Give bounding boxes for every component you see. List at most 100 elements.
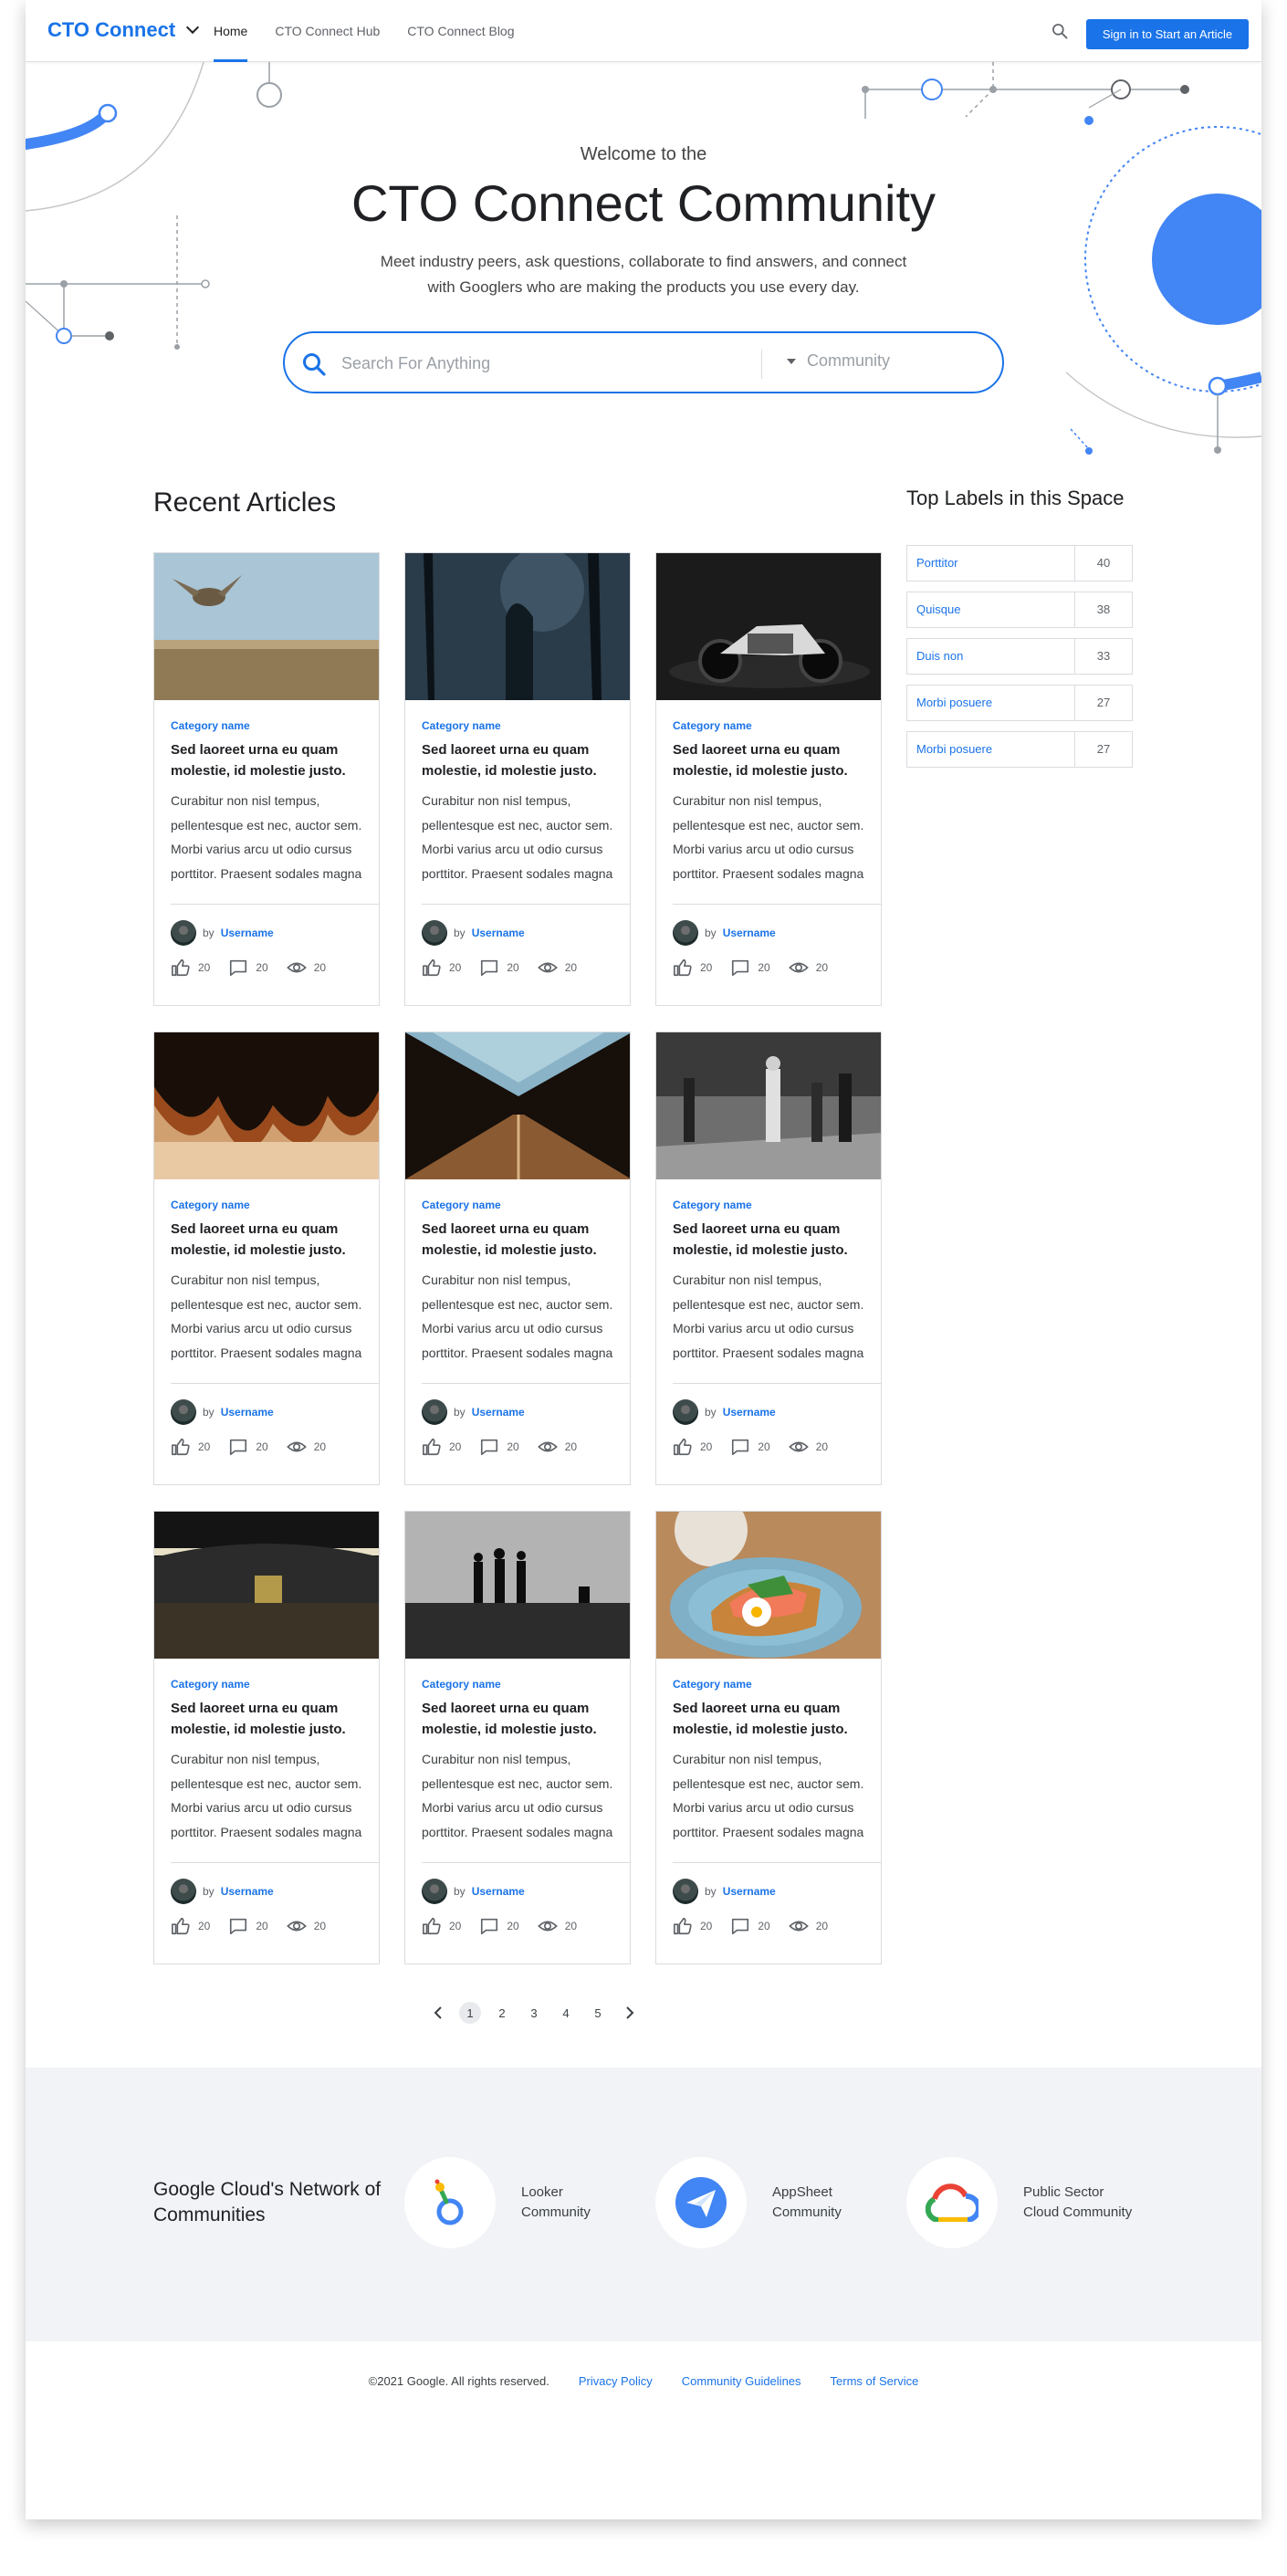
chevron-right-icon[interactable]: [619, 2002, 641, 2024]
comment-icon[interactable]: [730, 958, 750, 978]
author-username[interactable]: Username: [723, 1885, 776, 1898]
article-image[interactable]: [405, 1032, 631, 1179]
like-count[interactable]: 20: [673, 958, 712, 978]
comment-count[interactable]: 20: [730, 1437, 770, 1457]
article-image[interactable]: [405, 553, 631, 700]
author-username[interactable]: Username: [472, 1885, 525, 1898]
article-image[interactable]: [656, 553, 882, 700]
like-count[interactable]: 20: [422, 958, 461, 978]
comment-count[interactable]: 20: [228, 1916, 268, 1936]
article-card[interactable]: Category name Sed laoreet urna eu quam mo…: [153, 552, 380, 1006]
chevron-left-icon[interactable]: [427, 2002, 449, 2024]
article-card[interactable]: Category name Sed laoreet urna eu quam mo…: [404, 1031, 631, 1485]
label-name[interactable]: Morbi posuere: [907, 732, 1075, 767]
comment-icon[interactable]: [228, 1916, 248, 1936]
page-5[interactable]: 5: [587, 2002, 609, 2024]
article-category[interactable]: Category name: [422, 1199, 501, 1211]
like-count[interactable]: 20: [171, 1437, 210, 1457]
avatar[interactable]: [673, 1879, 698, 1904]
thumbs-up-icon[interactable]: [673, 1916, 693, 1936]
article-title[interactable]: Sed laoreet urna eu quam molestie, id mo…: [171, 1698, 373, 1740]
article-category[interactable]: Category name: [171, 719, 250, 732]
nav-blog[interactable]: CTO Connect Blog: [407, 0, 514, 62]
article-category[interactable]: Category name: [673, 1678, 752, 1691]
community-public-sector[interactable]: Public Sector Cloud Community: [906, 2157, 1160, 2248]
comment-count[interactable]: 20: [479, 1916, 519, 1936]
avatar[interactable]: [171, 920, 196, 946]
community-guidelines-link[interactable]: Community Guidelines: [682, 2374, 801, 2388]
thumbs-up-icon[interactable]: [422, 1916, 442, 1936]
author-username[interactable]: Username: [221, 1406, 274, 1419]
page-4[interactable]: 4: [555, 2002, 577, 2024]
like-count[interactable]: 20: [422, 1437, 461, 1457]
avatar[interactable]: [171, 1879, 196, 1904]
author-username[interactable]: Username: [472, 1406, 525, 1419]
comment-count[interactable]: 20: [479, 958, 519, 978]
comment-icon[interactable]: [479, 1437, 499, 1457]
article-image[interactable]: [405, 1512, 631, 1659]
article-title[interactable]: Sed laoreet urna eu quam molestie, id mo…: [171, 739, 373, 781]
article-card[interactable]: Category name Sed laoreet urna eu quam mo…: [153, 1031, 380, 1485]
article-title[interactable]: Sed laoreet urna eu quam molestie, id mo…: [422, 1219, 624, 1261]
site-logo[interactable]: CTO Connect: [47, 18, 200, 42]
search-icon[interactable]: [301, 351, 327, 377]
comment-count[interactable]: 20: [228, 958, 268, 978]
article-title[interactable]: Sed laoreet urna eu quam molestie, id mo…: [422, 739, 624, 781]
page-3[interactable]: 3: [523, 2002, 545, 2024]
thumbs-up-icon[interactable]: [673, 1437, 693, 1457]
avatar[interactable]: [171, 1399, 196, 1425]
article-title[interactable]: Sed laoreet urna eu quam molestie, id mo…: [422, 1698, 624, 1740]
page-2[interactable]: 2: [491, 2002, 513, 2024]
avatar[interactable]: [673, 1399, 698, 1425]
article-card[interactable]: Category name Sed laoreet urna eu quam mo…: [404, 1511, 631, 1964]
thumbs-up-icon[interactable]: [673, 958, 693, 978]
article-title[interactable]: Sed laoreet urna eu quam molestie, id mo…: [673, 1219, 875, 1261]
label-name[interactable]: Quisque: [907, 592, 1075, 627]
article-title[interactable]: Sed laoreet urna eu quam molestie, id mo…: [171, 1219, 373, 1261]
comment-icon[interactable]: [228, 1437, 248, 1457]
label-item[interactable]: Morbi posuere 27: [906, 685, 1133, 721]
article-card[interactable]: Category name Sed laoreet urna eu quam mo…: [655, 1031, 882, 1485]
avatar[interactable]: [422, 1879, 447, 1904]
thumbs-up-icon[interactable]: [422, 1437, 442, 1457]
avatar[interactable]: [422, 920, 447, 946]
label-item[interactable]: Duis non 33: [906, 638, 1133, 675]
nav-home[interactable]: Home: [214, 0, 248, 62]
comment-icon[interactable]: [730, 1916, 750, 1936]
article-title[interactable]: Sed laoreet urna eu quam molestie, id mo…: [673, 1698, 875, 1740]
like-count[interactable]: 20: [171, 958, 210, 978]
article-card[interactable]: Category name Sed laoreet urna eu quam mo…: [655, 1511, 882, 1964]
article-category[interactable]: Category name: [673, 1199, 752, 1211]
article-card[interactable]: Category name Sed laoreet urna eu quam mo…: [153, 1511, 380, 1964]
comment-count[interactable]: 20: [730, 958, 770, 978]
label-name[interactable]: Duis non: [907, 639, 1075, 674]
community-appsheet[interactable]: AppSheet Community: [655, 2157, 909, 2248]
comment-count[interactable]: 20: [730, 1916, 770, 1936]
search-scope-dropdown[interactable]: Community: [787, 351, 890, 371]
page-1[interactable]: 1: [459, 2002, 481, 2024]
article-image[interactable]: [656, 1032, 882, 1179]
thumbs-up-icon[interactable]: [171, 958, 191, 978]
article-title[interactable]: Sed laoreet urna eu quam molestie, id mo…: [673, 739, 875, 781]
article-card[interactable]: Category name Sed laoreet urna eu quam mo…: [655, 552, 882, 1006]
comment-count[interactable]: 20: [228, 1437, 268, 1457]
search-icon[interactable]: [1051, 22, 1069, 40]
thumbs-up-icon[interactable]: [422, 958, 442, 978]
search-input[interactable]: [341, 350, 761, 377]
label-item[interactable]: Morbi posuere 27: [906, 731, 1133, 768]
article-category[interactable]: Category name: [171, 1678, 250, 1691]
article-image[interactable]: [656, 1512, 882, 1659]
like-count[interactable]: 20: [171, 1916, 210, 1936]
article-card[interactable]: Category name Sed laoreet urna eu quam mo…: [404, 552, 631, 1006]
sign-in-button[interactable]: Sign in to Start an Article: [1086, 19, 1249, 49]
like-count[interactable]: 20: [673, 1437, 712, 1457]
nav-hub[interactable]: CTO Connect Hub: [275, 0, 380, 62]
article-image[interactable]: [154, 553, 380, 700]
label-item[interactable]: Porttitor 40: [906, 545, 1133, 581]
privacy-policy-link[interactable]: Privacy Policy: [579, 2374, 653, 2388]
thumbs-up-icon[interactable]: [171, 1437, 191, 1457]
community-looker[interactable]: Looker Community: [404, 2157, 658, 2248]
article-image[interactable]: [154, 1512, 380, 1659]
article-category[interactable]: Category name: [422, 1678, 501, 1691]
comment-icon[interactable]: [730, 1437, 750, 1457]
